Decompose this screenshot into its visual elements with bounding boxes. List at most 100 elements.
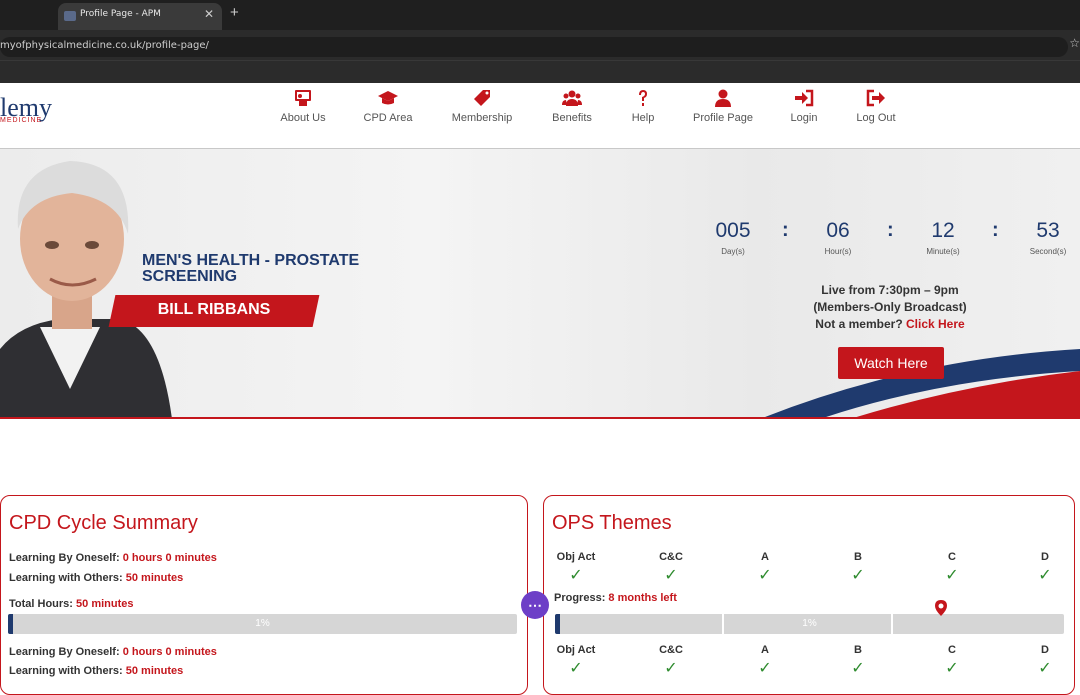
ops-column-cc: C&C xyxy=(659,551,683,563)
tag-icon xyxy=(474,90,490,106)
ops-column-b: B xyxy=(854,551,862,563)
event-title-line-2: SCREENING xyxy=(142,268,238,285)
sign-in-icon xyxy=(795,89,814,107)
learning-by-oneself-row: Learning By Oneself: 0 hours 0 minutes xyxy=(9,646,217,658)
row-label: Learning with Others: xyxy=(9,665,123,677)
watch-here-button[interactable]: Watch Here xyxy=(838,347,944,379)
ops-column-c: C xyxy=(948,551,956,563)
not-member-text: Not a member? xyxy=(815,317,903,331)
event-banner: MEN'S HEALTH - PROSTATE SCREENING BILL R… xyxy=(0,149,1080,419)
nav-log-out[interactable]: Log Out xyxy=(836,89,916,124)
ops-progress-row: Progress: 8 months left xyxy=(554,592,677,604)
site-header: lemy MEDICINE About Us CPD Area Membersh… xyxy=(0,83,1080,149)
nav-label: CPD Area xyxy=(363,112,413,124)
graduation-cap-icon xyxy=(378,91,398,105)
row-value: 0 hours 0 minutes xyxy=(122,552,217,564)
countdown-hours: 06 Hour(s) xyxy=(803,219,873,256)
ops-column-c: C xyxy=(948,644,956,656)
nav-benefits[interactable]: Benefits xyxy=(532,89,612,124)
check-icon: ✓ xyxy=(851,658,865,677)
ops-column-obj-act: Obj Act xyxy=(556,551,596,563)
ops-column-b: B xyxy=(854,644,862,656)
cpd-progress-bar: 1% xyxy=(8,614,517,634)
event-title-line-1: MEN'S HEALTH - PROSTATE xyxy=(142,252,360,269)
countdown-seconds-value: 53 xyxy=(1036,219,1060,242)
countdown-hours-label: Hour(s) xyxy=(824,247,852,256)
check-icon: ✓ xyxy=(1038,658,1052,677)
sign-out-icon xyxy=(866,89,885,107)
question-icon xyxy=(639,90,647,106)
ops-progress-bar: 1% xyxy=(555,614,1064,634)
speaker-name: BILL RIBBANS xyxy=(157,301,271,318)
nav-label: Login xyxy=(790,112,818,124)
user-icon xyxy=(715,89,731,107)
countdown-hours-value: 06 xyxy=(826,219,850,242)
countdown-days-label: Day(s) xyxy=(721,247,745,256)
site-logo-subtitle: MEDICINE xyxy=(0,117,43,124)
new-tab-icon[interactable]: + xyxy=(230,4,239,21)
nav-cpd-area[interactable]: CPD Area xyxy=(348,89,428,124)
row-label: Learning By Oneself: xyxy=(9,646,120,658)
nav-label: Log Out xyxy=(856,112,896,124)
more-options-button[interactable]: ⋯ xyxy=(521,591,549,619)
broadcast-time: Live from 7:30pm – 9pm xyxy=(821,283,959,297)
nav-login[interactable]: Login xyxy=(764,89,844,124)
countdown-minutes-value: 12 xyxy=(931,219,955,242)
learning-with-others-row: Learning with Others: 50 minutes xyxy=(9,572,183,584)
progress-percent: 1% xyxy=(802,618,817,629)
row-value: 50 minutes xyxy=(125,665,184,677)
nav-label: Profile Page xyxy=(693,112,753,124)
countdown-seconds: 53 Second(s) xyxy=(1013,219,1080,256)
countdown-minutes-label: Minute(s) xyxy=(926,247,960,256)
ops-column-d: D xyxy=(1041,644,1049,656)
location-pin-icon xyxy=(935,600,947,616)
users-icon xyxy=(562,90,582,106)
cpd-cycle-summary-card: CPD Cycle Summary Learning By Oneself: 0… xyxy=(0,495,528,695)
learning-by-oneself-row: Learning By Oneself: 0 hours 0 minutes xyxy=(9,552,217,564)
countdown-days: 005 Day(s) xyxy=(698,219,768,256)
countdown-minutes: 12 Minute(s) xyxy=(908,219,978,256)
row-value: 0 hours 0 minutes xyxy=(122,646,217,658)
url-field[interactable]: myofphysicalmedicine.co.uk/profile-page/ xyxy=(0,37,1068,57)
total-hours-row: Total Hours: 50 minutes xyxy=(9,598,134,610)
broadcast-note: (Members-Only Broadcast) xyxy=(813,300,967,314)
bookmarks-bar xyxy=(0,60,1080,83)
countdown-separator: : xyxy=(992,219,999,241)
check-icon: ✓ xyxy=(569,565,583,584)
row-label: Learning By Oneself: xyxy=(9,552,120,564)
card-title: OPS Themes xyxy=(552,512,672,534)
favicon-icon xyxy=(64,11,76,21)
nav-label: Help xyxy=(631,112,655,124)
row-label: Progress: xyxy=(554,592,606,604)
close-tab-icon[interactable]: ✕ xyxy=(204,7,214,21)
ops-column-a: A xyxy=(761,551,769,563)
countdown-days-value: 005 xyxy=(715,219,751,242)
event-title: MEN'S HEALTH - PROSTATE SCREENING xyxy=(142,253,392,285)
nav-label: Membership xyxy=(451,112,513,124)
nav-membership[interactable]: Membership xyxy=(442,89,522,124)
nav-label: About Us xyxy=(280,112,326,124)
nav-help[interactable]: Help xyxy=(603,89,683,124)
row-value: 8 months left xyxy=(608,592,677,604)
nav-about-us[interactable]: About Us xyxy=(263,89,343,124)
check-icon: ✓ xyxy=(945,658,959,677)
check-icon: ✓ xyxy=(569,658,583,677)
row-value: 50 minutes xyxy=(125,572,184,584)
check-icon: ✓ xyxy=(945,565,959,584)
browser-tab[interactable]: Profile Page - APM ✕ xyxy=(58,3,222,30)
nav-profile-page[interactable]: Profile Page xyxy=(683,89,763,124)
broadcast-info: Live from 7:30pm – 9pm (Members-Only Bro… xyxy=(780,282,1000,333)
ops-column-cc: C&C xyxy=(659,644,683,656)
check-icon: ✓ xyxy=(758,565,772,584)
bookmark-star-icon[interactable]: ☆ xyxy=(1069,36,1080,50)
check-icon: ✓ xyxy=(758,658,772,677)
card-title: CPD Cycle Summary xyxy=(9,512,198,534)
ops-column-a: A xyxy=(761,644,769,656)
address-bar: myofphysicalmedicine.co.uk/profile-page/ xyxy=(0,30,1080,60)
click-here-link[interactable]: Click Here xyxy=(906,317,965,331)
tab-title: Profile Page - APM xyxy=(80,9,161,19)
countdown-separator: : xyxy=(887,219,894,241)
row-label: Learning with Others: xyxy=(9,572,123,584)
ops-column-obj-act: Obj Act xyxy=(556,644,596,656)
countdown-separator: : xyxy=(782,219,789,241)
